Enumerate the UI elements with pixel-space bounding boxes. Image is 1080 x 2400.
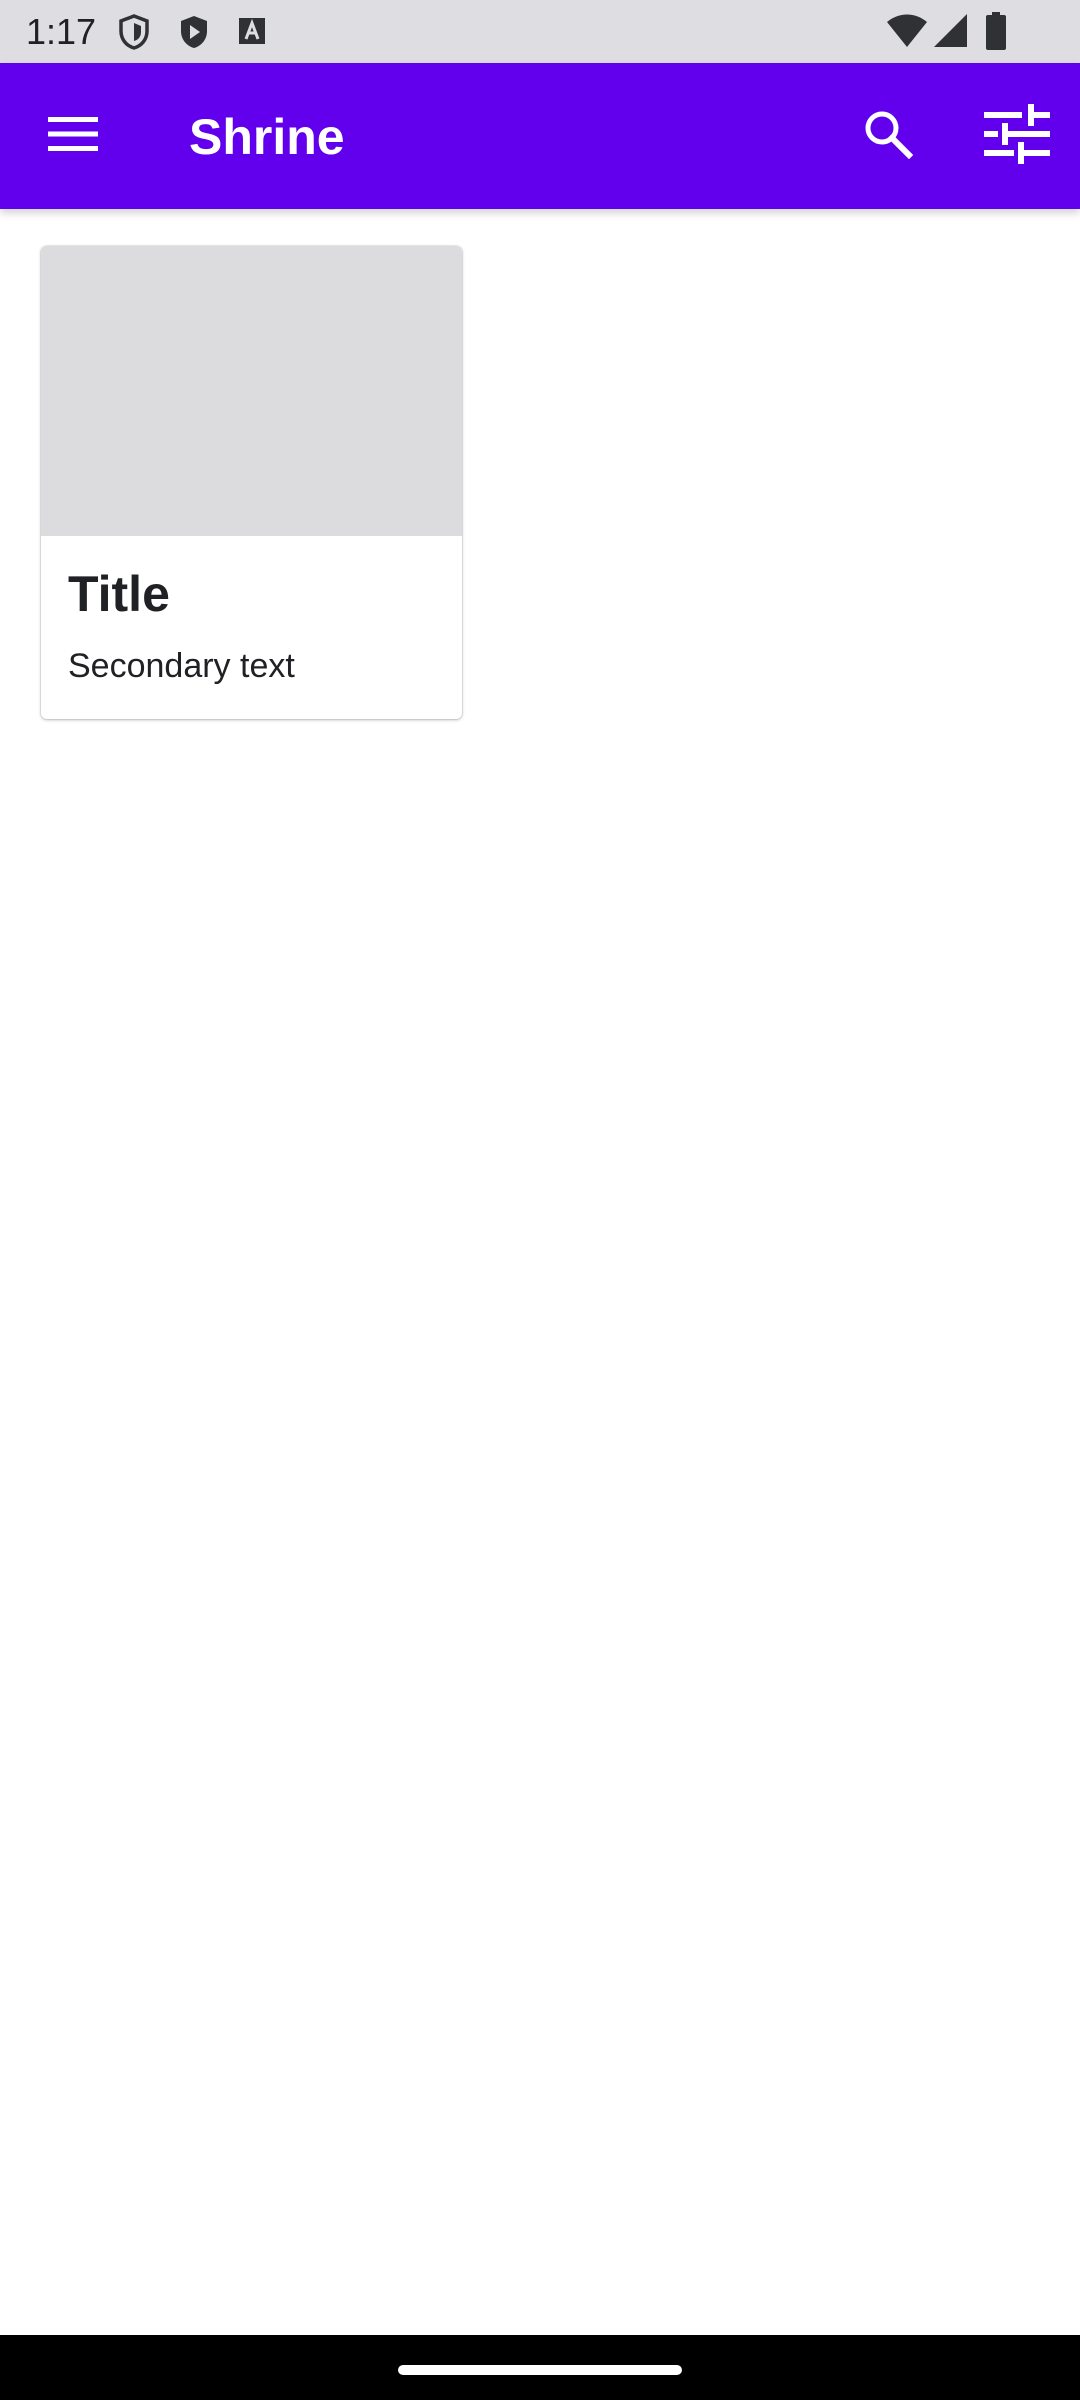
card-secondary-text: Secondary text xyxy=(68,647,295,685)
app-title: Shrine xyxy=(189,109,345,165)
menu-icon xyxy=(48,116,98,156)
tune-icon xyxy=(984,103,1050,169)
shield-outline-icon xyxy=(118,14,150,55)
card-image-placeholder xyxy=(41,246,462,536)
card-title: Title xyxy=(68,566,170,622)
product-card[interactable]: Title Secondary text xyxy=(41,246,462,719)
navigation-bar xyxy=(0,2335,1080,2400)
filter-button[interactable] xyxy=(969,88,1065,184)
top-app-bar: Shrine xyxy=(0,63,1080,209)
screen: 1:17 Shrine Title Secondary text xyxy=(0,0,1080,2400)
menu-button[interactable] xyxy=(25,88,121,184)
shield-play-icon xyxy=(178,14,210,55)
battery-icon xyxy=(986,12,1006,55)
search-button[interactable] xyxy=(840,88,936,184)
search-icon xyxy=(863,109,914,164)
status-time: 1:17 xyxy=(26,11,97,52)
wifi-icon xyxy=(887,14,927,53)
font-a-icon xyxy=(238,17,266,50)
home-gesture-handle[interactable] xyxy=(398,2365,682,2375)
signal-icon xyxy=(934,14,968,53)
status-bar: 1:17 xyxy=(0,0,1080,63)
